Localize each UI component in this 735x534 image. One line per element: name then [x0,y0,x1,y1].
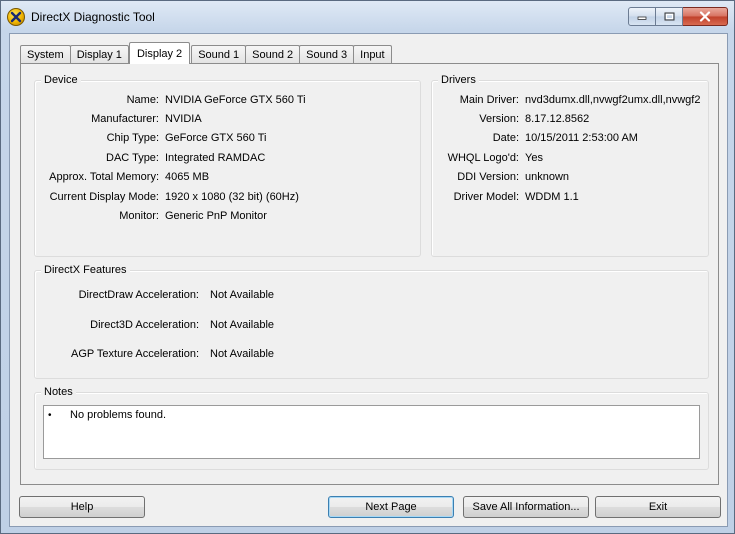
driver-main-label: Main Driver: [459,94,519,106]
note-bullet: • [48,410,52,421]
driver-version-label: Version: [479,113,519,125]
driver-ddi-row: DDI Version: unknown [432,171,708,185]
device-chip-value: GeForce GTX 560 Ti [165,132,267,144]
agp-texture-label: AGP Texture Acceleration: [71,348,199,360]
device-group-title: Device [41,74,81,86]
driver-version-value: 8.17.12.8562 [525,113,590,125]
direct3d-row: Direct3D Acceleration: Not Available [35,319,708,333]
driver-version-row: Version: 8.17.12.8562 [432,113,708,127]
device-dac-row: DAC Type: Integrated RAMDAC [35,152,420,166]
device-memory-label: Approx. Total Memory: [49,171,159,183]
device-chip-row: Chip Type: GeForce GTX 560 Ti [35,132,420,146]
device-display-mode-value: 1920 x 1080 (32 bit) (60Hz) [165,191,299,203]
title-bar[interactable]: DirectX Diagnostic Tool [1,1,734,33]
direct3d-value: Not Available [210,319,275,331]
device-name-value: NVIDIA GeForce GTX 560 Ti [165,94,306,106]
notes-group: Notes • No problems found. [34,386,709,470]
close-icon [699,11,711,22]
driver-ddi-value: unknown [525,171,570,183]
main-window: DirectX Diagnostic Tool System Display 1… [0,0,735,534]
directx-features-group: DirectX Features DirectDraw Acceleration… [34,264,709,379]
drivers-group-title: Drivers [438,74,479,86]
driver-date-label: Date: [492,132,519,144]
tab-sound-1[interactable]: Sound 1 [191,45,247,64]
notes-textbox[interactable]: • No problems found. [43,405,700,459]
maximize-button[interactable] [656,7,683,26]
driver-ddi-label: DDI Version: [457,171,519,183]
device-memory-value: 4065 MB [165,171,210,183]
driver-whql-row: WHQL Logo'd: Yes [432,152,708,166]
directdraw-value: Not Available [210,289,275,301]
device-manufacturer-label: Manufacturer: [91,113,159,125]
tab-display-2[interactable]: Display 2 [128,42,191,64]
driver-main-value: nvd3dumx.dll,nvwgf2umx.dll,nvwgf2 [525,94,701,106]
device-monitor-label: Monitor: [119,210,159,222]
client-area: System Display 1 Display 2 Sound 1 Sound… [9,33,728,527]
close-button[interactable] [683,7,728,26]
driver-whql-label: WHQL Logo'd: [447,152,519,164]
help-button[interactable]: Help [19,496,145,518]
device-manufacturer-value: NVIDIA [165,113,202,125]
agp-texture-row: AGP Texture Acceleration: Not Available [35,348,708,362]
direct3d-label: Direct3D Acceleration: [90,319,199,331]
tab-sound-3[interactable]: Sound 3 [299,45,355,64]
drivers-group: Drivers Main Driver: nvd3dumx.dll,nvwgf2… [431,74,709,257]
tab-sound-2[interactable]: Sound 2 [245,45,301,64]
driver-date-row: Date: 10/15/2011 2:53:00 AM [432,132,708,146]
device-display-mode-label: Current Display Mode: [49,191,159,203]
driver-model-row: Driver Model: WDDM 1.1 [432,191,708,205]
directdraw-row: DirectDraw Acceleration: Not Available [35,289,708,303]
next-page-button[interactable]: Next Page [328,496,454,518]
tab-display-1[interactable]: Display 1 [69,45,129,64]
maximize-icon [664,12,674,21]
directx-features-title: DirectX Features [41,264,130,276]
driver-model-value: WDDM 1.1 [525,191,579,203]
device-name-row: Name: NVIDIA GeForce GTX 560 Ti [35,94,420,108]
agp-texture-value: Not Available [210,348,275,360]
device-dac-value: Integrated RAMDAC [165,152,266,164]
tab-input[interactable]: Input [353,45,392,64]
display-2-panel: Device Name: NVIDIA GeForce GTX 560 Ti M… [20,63,719,485]
driver-model-label: Driver Model: [453,191,519,203]
tab-system[interactable]: System [20,45,71,64]
directdraw-label: DirectDraw Acceleration: [78,289,199,301]
device-dac-label: DAC Type: [106,152,159,164]
minimize-icon [637,16,647,20]
exit-button[interactable]: Exit [595,496,721,518]
notes-group-title: Notes [41,386,76,398]
device-group: Device Name: NVIDIA GeForce GTX 560 Ti M… [34,74,421,257]
device-manufacturer-row: Manufacturer: NVIDIA [35,113,420,127]
minimize-button[interactable] [628,7,656,26]
device-monitor-row: Monitor: Generic PnP Monitor [35,210,420,224]
save-all-information-button[interactable]: Save All Information... [463,496,589,518]
device-memory-row: Approx. Total Memory: 4065 MB [35,171,420,185]
note-item: No problems found. [70,409,166,421]
directx-icon [7,8,25,26]
driver-whql-value: Yes [525,152,543,164]
driver-main-row: Main Driver: nvd3dumx.dll,nvwgf2umx.dll,… [432,94,708,108]
window-title: DirectX Diagnostic Tool [31,10,155,24]
device-display-mode-row: Current Display Mode: 1920 x 1080 (32 bi… [35,191,420,205]
window-controls [628,7,728,27]
device-monitor-value: Generic PnP Monitor [165,210,267,222]
device-chip-label: Chip Type: [106,132,159,144]
tab-strip: System Display 1 Display 2 Sound 1 Sound… [20,42,392,64]
driver-date-value: 10/15/2011 2:53:00 AM [525,132,638,144]
device-name-label: Name: [126,94,159,106]
